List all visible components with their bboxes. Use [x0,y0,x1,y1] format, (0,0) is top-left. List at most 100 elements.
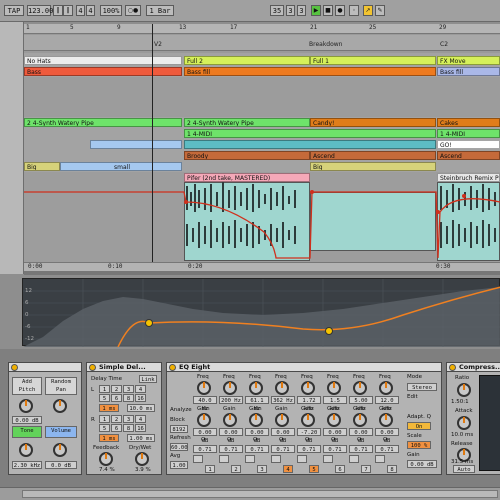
band-number-toggle[interactable]: 7 [361,465,371,473]
clip-blue-a[interactable] [90,140,182,149]
sync-5[interactable]: 5 [99,394,110,402]
band-number-toggle[interactable]: 8 [387,465,397,473]
band-gain-knob[interactable] [327,413,341,427]
drywet-knob[interactable] [135,452,149,466]
macro-1-value[interactable]: 0.00 dB [12,416,42,424]
band-filter-type-icon[interactable] [349,455,359,463]
auto-button[interactable]: Auto [453,465,475,473]
nudge-up-button[interactable]: ‖ [63,5,73,16]
device-eq-eight[interactable]: EQ Eight Analyze Block 8192 Refresh 60.0… [166,362,442,475]
band-filter-type-icon[interactable] [245,455,255,463]
metronome-button[interactable]: ○● [125,5,141,16]
clip-full-1[interactable]: Full 1 [310,56,436,65]
play-button[interactable]: ▶ [311,5,321,16]
horizontal-scrollbar[interactable] [24,271,500,275]
eq-spectrum-display[interactable]: 12 6 0 -6 -12 [22,278,500,347]
overdub-button[interactable]: ◦ [349,5,359,16]
signature-numerator[interactable]: 4 [76,5,85,16]
mode-select[interactable]: Stereo [407,383,437,391]
draw-mode-button[interactable]: ✎ [375,5,385,16]
sync-r-16[interactable]: 16 [135,424,146,432]
band-filter-type-icon[interactable] [297,455,307,463]
sync-16[interactable]: 16 [135,394,146,402]
device-compressor[interactable]: Compress... Ratio 1.50:1 Attack 10.0 ms … [446,362,500,475]
clip-broody[interactable]: Broody [184,151,310,160]
clip-midi-b[interactable]: 1 4-MIDI [437,129,500,138]
band-freq-knob[interactable] [353,381,367,395]
compressor-title[interactable]: Compress... [446,362,500,372]
random-pan-macro[interactable]: Random Pan [45,377,77,395]
band-q-value[interactable]: 0.71 [375,445,399,453]
sync-r-5[interactable]: 5 [99,424,110,432]
band-number-toggle[interactable]: 4 [283,465,293,473]
zoom-field[interactable]: 100% [100,5,122,16]
band-freq-knob[interactable] [327,381,341,395]
band-gain-knob[interactable] [249,413,263,427]
device-simple-delay[interactable]: Simple Del... Delay Time Link L 1 2 3 4 … [86,362,162,475]
band-freq-value[interactable]: 362 Hz [271,396,295,404]
sync-2[interactable]: 2 [111,385,122,393]
device-rack[interactable]: Add Pitch Random Pan 0.00 dB Tone Volume… [8,362,82,475]
locator-v2[interactable]: V2 [154,41,162,48]
quantize-select[interactable]: 1 Bar [146,5,174,16]
block-select[interactable]: 8192 [170,425,188,433]
tone-macro[interactable]: Tone [12,426,42,438]
nudge-down-button[interactable]: ‖ [53,5,63,16]
device-rack-title[interactable] [8,362,82,372]
band-q-value[interactable]: 0.71 [271,445,295,453]
band-number-toggle[interactable]: 6 [335,465,345,473]
band-freq-value[interactable]: 1.5 kHz [323,396,347,412]
band-freq-value[interactable]: 40.0 Hz [193,396,217,412]
sync-4[interactable]: 4 [135,385,146,393]
band-gain-value[interactable]: 0.00 dB [219,428,243,444]
time-l-ms[interactable]: 10.0 ms [127,404,155,412]
sync-3[interactable]: 3 [123,385,134,393]
volume-value[interactable]: 0.0 dB [45,461,77,469]
sync-r-6[interactable]: 6 [111,424,122,432]
clip-cakes[interactable]: Cakes [437,118,500,127]
band-gain-value[interactable]: 0.00 dB [245,428,269,444]
band-q-value[interactable]: 0.71 [245,445,269,453]
clip-go[interactable]: GO! [437,140,500,149]
gain-field[interactable]: 0.00 dB [407,460,437,468]
band-q-value[interactable]: 0.71 [349,445,373,453]
clip-candy[interactable]: Candy! [310,118,436,127]
band-gain-value[interactable]: 0.00 dB [271,428,295,444]
clip-big[interactable]: Big [24,162,60,171]
clip-bass[interactable]: Bass [24,67,182,76]
sync-r-2[interactable]: 2 [111,415,122,423]
clip-teal-a[interactable] [184,140,436,149]
locator-breakdown[interactable]: Breakdown [309,41,342,48]
sync-r-3[interactable]: 3 [123,415,134,423]
tap-button[interactable]: TAP [4,5,24,16]
position-beat[interactable]: 3 [286,5,295,16]
stop-button[interactable]: ■ [323,5,333,16]
band-filter-type-icon[interactable] [323,455,333,463]
band-freq-value[interactable]: 5.00 kHz [349,396,373,412]
time-r-value[interactable]: 1 ms [99,434,119,442]
macro-knob-1[interactable] [19,399,33,413]
band-freq-knob[interactable] [301,381,315,395]
tone-value[interactable]: 2.30 kHz [12,461,42,469]
band-q-value[interactable]: 0.71 [219,445,243,453]
beat-ruler[interactable]: 1 5 9 13 17 21 25 29 [24,24,500,34]
locator-c2[interactable]: C2 [440,41,448,48]
band-freq-knob[interactable] [275,381,289,395]
clip-big-2[interactable]: Big [310,162,436,171]
band-number-toggle[interactable]: 2 [231,465,241,473]
clip-full-2[interactable]: Full 2 [184,56,310,65]
left-browser-strip[interactable] [0,22,24,274]
macro-knob-4[interactable] [53,443,67,457]
band-gain-value[interactable]: 0.00 dB [193,428,217,444]
band-gain-knob[interactable] [301,413,315,427]
band-freq-knob[interactable] [197,381,211,395]
band-freq-knob[interactable] [379,381,393,395]
feedback-knob[interactable] [99,452,113,466]
attack-knob[interactable] [457,416,471,430]
device-power-icon[interactable] [169,364,176,371]
clip-bass-fill[interactable]: Bass fill [184,67,436,76]
band-gain-knob[interactable] [353,413,367,427]
macro-knob-3[interactable] [19,443,33,457]
clip-ascend-2[interactable]: Ascend [437,151,500,160]
band-q-value[interactable]: 0.71 [193,445,217,453]
